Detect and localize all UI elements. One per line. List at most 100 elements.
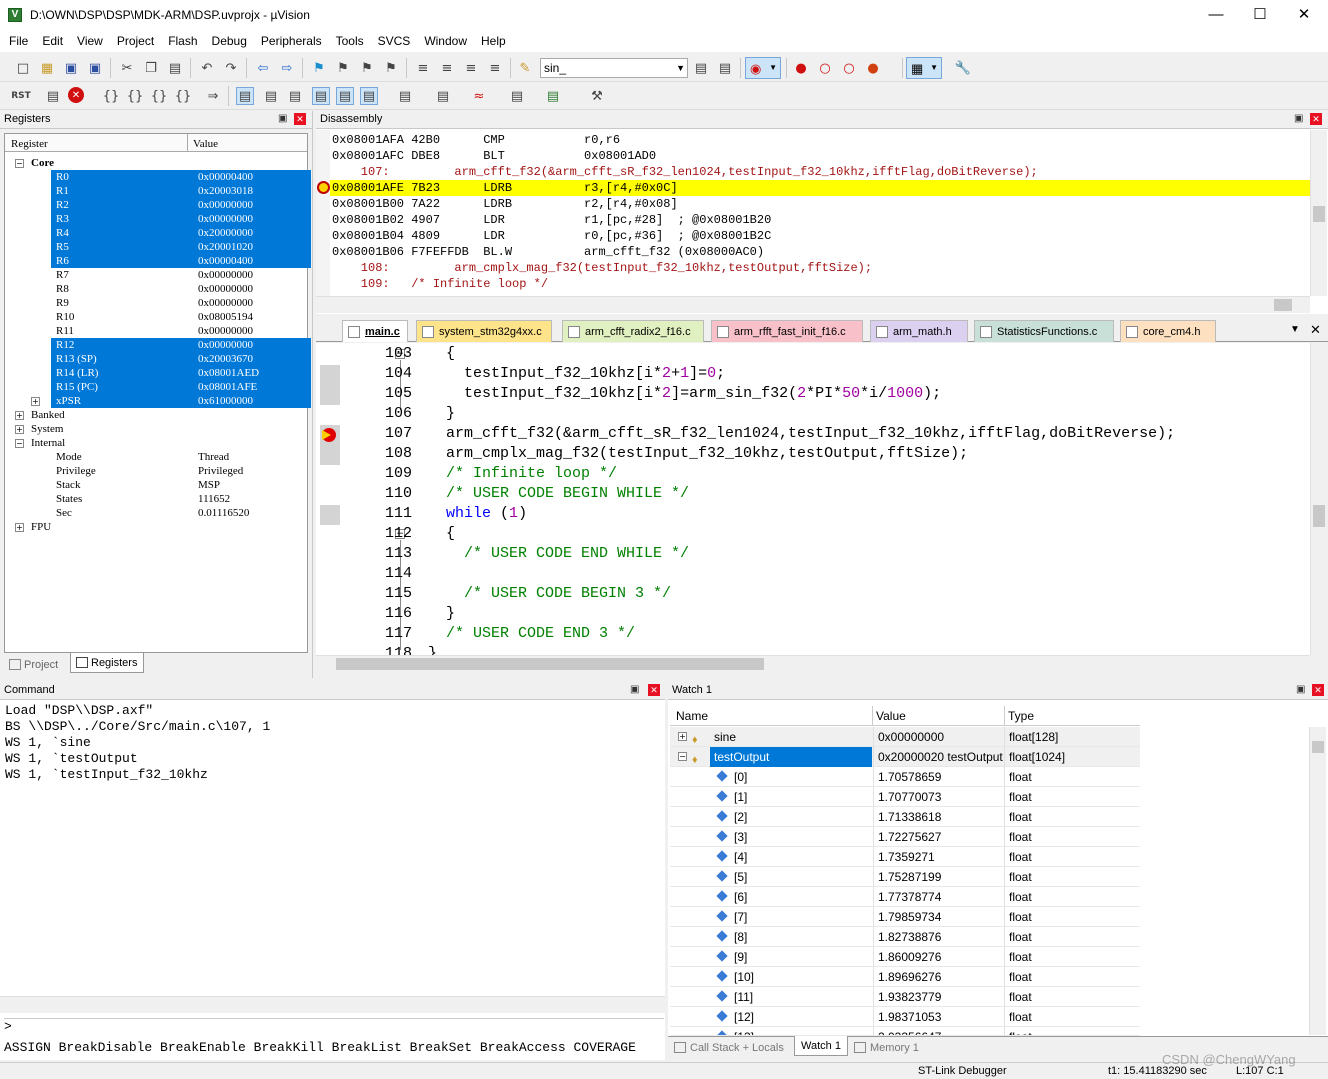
memory-windows-icon[interactable]: ▤	[396, 87, 414, 105]
indent-icon[interactable]: ≡	[414, 59, 432, 77]
watch-value[interactable]: 1.77378774	[873, 887, 1005, 906]
register-row[interactable]: R13 (SP) 0x20003670	[5, 352, 311, 366]
watch-value[interactable]: 0x20000020 testOutput	[873, 747, 1005, 767]
tree-system[interactable]: + System	[5, 422, 305, 436]
code-line[interactable]: 107 arm_cfft_f32(&arm_cfft_sR_f32_len102…	[320, 424, 1310, 444]
toolbox-icon[interactable]: ⚒	[588, 87, 606, 105]
analysis-windows-icon[interactable]: ≈	[470, 87, 488, 105]
chevron-down-icon[interactable]: ▼	[769, 63, 777, 72]
register-value[interactable]: 0x00000000	[191, 268, 311, 282]
register-value[interactable]: 0x00000400	[191, 170, 311, 184]
code-line[interactable]: 109 /* Infinite loop */	[320, 464, 1310, 484]
reset-icon[interactable]: RST	[11, 87, 31, 105]
chevron-down-icon[interactable]: ▼	[676, 59, 685, 77]
register-row[interactable]: R1 0x20003018	[5, 184, 311, 198]
register-value[interactable]: 0x00000000	[191, 338, 311, 352]
new-file-icon[interactable]: □	[14, 59, 32, 77]
disassembly-line[interactable]: 0x08001B04 4809 LDR r0,[pc,#36] ; @0x080…	[332, 228, 1312, 244]
menu-view[interactable]: View	[72, 32, 108, 48]
menu-project[interactable]: Project	[112, 32, 159, 48]
watch-value[interactable]: 1.93823779	[873, 987, 1005, 1006]
watch-value[interactable]: 2.03356647	[873, 1027, 1005, 1035]
register-value[interactable]: 0x00000000	[191, 198, 311, 212]
tab-call-stack[interactable]: Call Stack + Locals	[670, 1038, 790, 1058]
kill-breakpoints-icon[interactable]: ●	[864, 59, 882, 77]
disassembly-vscroll[interactable]	[1310, 130, 1327, 296]
window-layout-toggle[interactable]: ▦ ▼	[906, 57, 942, 79]
system-viewer-icon[interactable]: ▤	[544, 87, 562, 105]
register-value[interactable]: 0x00000400	[191, 254, 311, 268]
find-in-files-icon[interactable]: ✎	[516, 59, 534, 77]
internal-row[interactable]: Mode Thread	[5, 450, 305, 464]
tab-arm-math-h[interactable]: arm_math.h	[870, 320, 968, 342]
tree-core[interactable]: − Core	[5, 156, 305, 170]
register-row[interactable]: R14 (LR) 0x08001AED	[5, 366, 311, 380]
code-line[interactable]: 103 {	[320, 344, 1310, 364]
watch-row-element[interactable]: [2] 1.71338618 float	[670, 807, 1140, 827]
watch-row-element[interactable]: [13]2.03356647float	[670, 1027, 1140, 1036]
uncomment-icon[interactable]: ≡	[486, 59, 504, 77]
incremental-find-icon[interactable]: ▤	[716, 59, 734, 77]
menu-edit[interactable]: Edit	[37, 32, 68, 48]
command-input[interactable]: >	[4, 1018, 664, 1036]
cut-icon[interactable]: ✂	[118, 59, 136, 77]
code-line[interactable]: 110 /* USER CODE BEGIN WHILE */	[320, 484, 1310, 504]
enable-breakpoint-icon[interactable]: ○	[816, 59, 834, 77]
pin-icon[interactable]: ▣	[278, 113, 287, 124]
next-bookmark-icon[interactable]: ⚑	[358, 59, 376, 77]
register-value[interactable]: 0x20000000	[191, 226, 311, 240]
watch-value[interactable]: 1.89696276	[873, 967, 1005, 986]
editor-vscroll[interactable]	[1310, 343, 1327, 655]
tab-registers[interactable]: Registers	[70, 653, 145, 673]
watch-row-element[interactable]: [9] 1.86009276 float	[670, 947, 1140, 967]
disassembly-line[interactable]: 0x08001B02 4907 LDR r1,[pc,#28] ; @0x080…	[332, 212, 1312, 228]
stop-icon[interactable]: ✕	[68, 87, 84, 103]
code-line[interactable]: 108 arm_cmplx_mag_f32(testInput_f32_10kh…	[320, 444, 1310, 464]
code-line[interactable]: 111 while (1)	[320, 504, 1310, 524]
save-icon[interactable]: ▣	[62, 59, 80, 77]
register-row[interactable]: R4 0x20000000	[5, 226, 311, 240]
register-value[interactable]: 0x00000000	[191, 296, 311, 310]
watch-row-element[interactable]: [10] 1.89696276 float	[670, 967, 1140, 987]
disassembly-line[interactable]: 108: arm_cmplx_mag_f32(testInput_f32_10k…	[332, 260, 1312, 276]
command-hscroll[interactable]	[0, 996, 665, 1013]
step-over-icon[interactable]: {}	[126, 87, 144, 105]
tab-project[interactable]: Project	[4, 655, 64, 675]
watch-row-element[interactable]: [4] 1.7359271 float	[670, 847, 1140, 867]
close-button[interactable]: ✕	[1284, 4, 1324, 28]
symbols-window-icon[interactable]: ▤	[286, 87, 304, 105]
watch-row-element[interactable]: [0] 1.70578659 float	[670, 767, 1140, 787]
register-row[interactable]: R8 0x00000000	[5, 282, 305, 296]
register-value[interactable]: 0x08005194	[191, 310, 311, 324]
find-icon[interactable]: ▤	[692, 59, 710, 77]
menu-debug[interactable]: Debug	[207, 32, 252, 48]
close-editor-icon[interactable]: ✕	[1310, 322, 1321, 338]
register-row[interactable]: R6 0x00000400	[5, 254, 311, 268]
redo-icon[interactable]: ↷	[222, 59, 240, 77]
nav-forward-icon[interactable]: ⇨	[278, 59, 296, 77]
register-row[interactable]: R10 0x08005194	[5, 310, 305, 324]
menu-help[interactable]: Help	[476, 32, 511, 48]
watch-value[interactable]: 1.71338618	[873, 807, 1005, 826]
watch-row-element[interactable]: [11] 1.93823779 float	[670, 987, 1140, 1007]
disassembly-line[interactable]: 0x08001AFA 42B0 CMP r0,r6	[332, 132, 1312, 148]
registers-window-icon[interactable]: ▤	[312, 87, 330, 105]
register-row[interactable]: R3 0x00000000	[5, 212, 311, 226]
register-value[interactable]: 0x20003018	[191, 184, 311, 198]
copy-icon[interactable]: ❐	[142, 59, 160, 77]
register-row[interactable]: R11 0x00000000	[5, 324, 305, 338]
show-next-statement-icon[interactable]: ⇒	[204, 87, 222, 105]
step-into-icon[interactable]: {}	[102, 87, 120, 105]
undo-icon[interactable]: ↶	[198, 59, 216, 77]
watch-value[interactable]: 1.7359271	[873, 847, 1005, 866]
tree-internal[interactable]: − Internal	[5, 436, 305, 450]
watch-value[interactable]: 1.82738876	[873, 927, 1005, 946]
disable-breakpoints-icon[interactable]: ○	[840, 59, 858, 77]
tab-arm-cfft-radix2-f16-c[interactable]: arm_cfft_radix2_f16.c	[562, 320, 704, 342]
code-line[interactable]: 105 testInput_f32_10khz[i*2]=arm_sin_f32…	[320, 384, 1310, 404]
watch-value[interactable]: 1.72275627	[873, 827, 1005, 846]
menu-flash[interactable]: Flash	[163, 32, 202, 48]
call-stack-icon[interactable]: ▤	[336, 87, 354, 105]
menu-window[interactable]: Window	[419, 32, 472, 48]
configure-icon[interactable]: 🔧	[954, 59, 972, 77]
